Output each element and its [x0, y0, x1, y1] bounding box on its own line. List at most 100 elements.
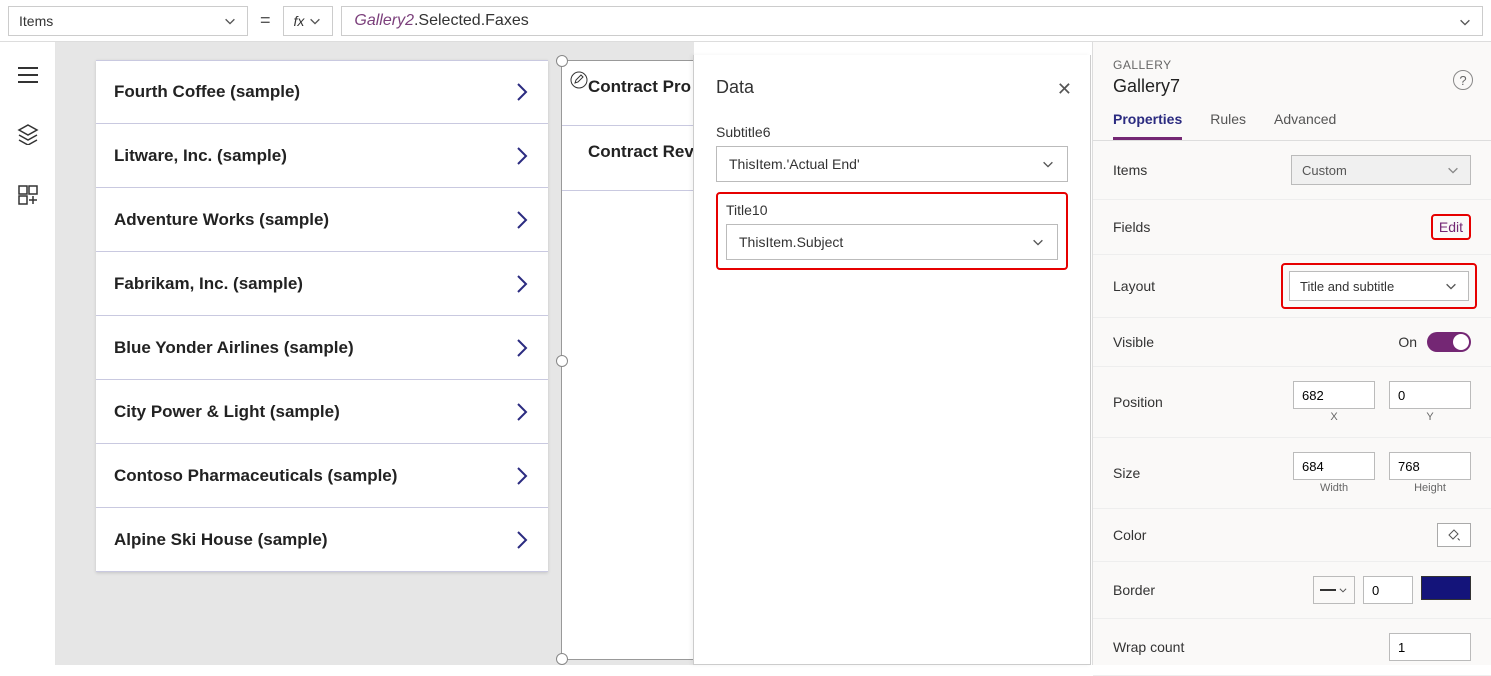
list-item[interactable]: Litware, Inc. (sample): [96, 124, 548, 188]
edit-fields-link[interactable]: Edit: [1439, 219, 1463, 235]
main-area: Fourth Coffee (sample) Litware, Inc. (sa…: [0, 42, 1491, 665]
control-name: Gallery7: [1113, 76, 1471, 97]
border-color-swatch[interactable]: [1421, 576, 1471, 600]
prop-label: Size: [1113, 465, 1140, 481]
field-label: Title10: [726, 202, 1058, 218]
formula-token-1: Gallery2: [354, 12, 414, 30]
list-item[interactable]: Alpine Ski House (sample): [96, 508, 548, 572]
chevron-down-icon: [1444, 279, 1458, 293]
selection-handle[interactable]: [556, 355, 568, 367]
chevron-right-icon: [514, 464, 530, 488]
chevron-down-icon: [1338, 583, 1348, 597]
control-type-label: GALLERY: [1113, 58, 1471, 72]
tab-advanced[interactable]: Advanced: [1274, 111, 1336, 140]
field-binding-value: ThisItem.Subject: [739, 234, 843, 250]
chevron-right-icon: [514, 272, 530, 296]
chevron-down-icon: [1031, 235, 1045, 249]
formula-expand-button[interactable]: [1458, 15, 1472, 34]
help-icon[interactable]: ?: [1453, 70, 1473, 90]
highlight-annotation: Title and subtitle: [1281, 263, 1477, 309]
prop-row-wrap-count: Wrap count: [1093, 619, 1491, 676]
wrap-count-input[interactable]: [1389, 633, 1471, 661]
list-item[interactable]: Fabrikam, Inc. (sample): [96, 252, 548, 316]
properties-panel: GALLERY Gallery7 ? Properties Rules Adva…: [1092, 42, 1491, 665]
tab-rules[interactable]: Rules: [1210, 111, 1246, 140]
formula-bar: Items = fx Gallery2.Selected.Faxes: [0, 0, 1491, 42]
hamburger-icon[interactable]: [17, 66, 39, 87]
size-inputs: Width Height: [1293, 452, 1471, 494]
prop-label: Border: [1113, 582, 1155, 598]
list-item[interactable]: City Power & Light (sample): [96, 380, 548, 444]
properties-tabs: Properties Rules Advanced: [1093, 97, 1491, 141]
prop-label: Items: [1113, 162, 1147, 178]
prop-row-fields: Fields Edit: [1093, 200, 1491, 255]
position-y-input[interactable]: [1389, 381, 1471, 409]
highlight-annotation: Edit: [1431, 214, 1471, 240]
prop-label: Wrap count: [1113, 639, 1184, 655]
highlight-annotation: Title10 ThisItem.Subject: [716, 192, 1068, 270]
list-item[interactable]: Contoso Pharmaceuticals (sample): [96, 444, 548, 508]
x-sublabel: X: [1293, 411, 1375, 423]
height-sublabel: Height: [1389, 482, 1471, 494]
list-item-label: Contoso Pharmaceuticals (sample): [114, 466, 397, 486]
close-icon[interactable]: ✕: [1057, 79, 1072, 100]
chevron-right-icon: [514, 336, 530, 360]
selection-handle[interactable]: [556, 653, 568, 665]
pencil-icon[interactable]: [570, 71, 588, 92]
list-item[interactable]: Blue Yonder Airlines (sample): [96, 316, 548, 380]
data-panel: Data ✕ Subtitle6 ThisItem.'Actual End' T…: [693, 55, 1091, 665]
layout-value: Title and subtitle: [1300, 279, 1394, 294]
chevron-down-icon: [1041, 157, 1055, 171]
selection-handle[interactable]: [556, 55, 568, 67]
tab-properties[interactable]: Properties: [1113, 111, 1182, 140]
list-item[interactable]: Adventure Works (sample): [96, 188, 548, 252]
properties-header: GALLERY Gallery7 ?: [1093, 42, 1491, 97]
field-label: Subtitle6: [716, 124, 1068, 140]
toggle-knob: [1453, 334, 1469, 350]
size-height-input[interactable]: [1389, 452, 1471, 480]
property-selector-label: Items: [19, 13, 53, 29]
formula-token-2: .Selected.Faxes: [414, 12, 529, 30]
border-line-preview: [1320, 589, 1336, 591]
color-picker[interactable]: [1437, 523, 1471, 547]
chevron-right-icon: [514, 144, 530, 168]
layers-icon[interactable]: [17, 123, 39, 148]
list-item-label: Litware, Inc. (sample): [114, 146, 287, 166]
formula-input[interactable]: Gallery2.Selected.Faxes: [341, 6, 1483, 36]
prop-row-border: Border: [1093, 562, 1491, 619]
chevron-right-icon: [514, 80, 530, 104]
border-controls: [1313, 576, 1471, 604]
border-width-input[interactable]: [1363, 576, 1413, 604]
prop-row-size: Size Width Height: [1093, 438, 1491, 509]
chevron-down-icon: [1446, 163, 1460, 177]
prop-row-position: Position X Y: [1093, 367, 1491, 438]
fx-button[interactable]: fx: [283, 6, 334, 36]
items-value: Custom: [1302, 163, 1347, 178]
field-binding-dropdown[interactable]: ThisItem.'Actual End': [716, 146, 1068, 182]
left-rail: [0, 42, 56, 665]
items-dropdown[interactable]: Custom: [1291, 155, 1471, 185]
gallery-1: Fourth Coffee (sample) Litware, Inc. (sa…: [96, 60, 548, 572]
chevron-down-icon: [308, 14, 322, 28]
border-style-dropdown[interactable]: [1313, 576, 1355, 604]
visible-state-label: On: [1398, 334, 1417, 350]
property-selector-dropdown[interactable]: Items: [8, 6, 248, 36]
insert-icon[interactable]: [17, 184, 39, 209]
list-item-label: Adventure Works (sample): [114, 210, 329, 230]
chevron-right-icon: [514, 400, 530, 424]
list-item-label: Fourth Coffee (sample): [114, 82, 300, 102]
canvas-area: Fourth Coffee (sample) Litware, Inc. (sa…: [56, 42, 694, 665]
chevron-right-icon: [514, 528, 530, 552]
list-item-label: Blue Yonder Airlines (sample): [114, 338, 354, 358]
list-item-label: City Power & Light (sample): [114, 402, 340, 422]
position-x-input[interactable]: [1293, 381, 1375, 409]
fx-label: fx: [294, 13, 305, 29]
visible-toggle[interactable]: [1427, 332, 1471, 352]
chevron-down-icon: [1458, 15, 1472, 29]
prop-label: Layout: [1113, 278, 1155, 294]
layout-dropdown[interactable]: Title and subtitle: [1289, 271, 1469, 301]
prop-row-visible: Visible On: [1093, 318, 1491, 367]
field-binding-dropdown[interactable]: ThisItem.Subject: [726, 224, 1058, 260]
size-width-input[interactable]: [1293, 452, 1375, 480]
list-item[interactable]: Fourth Coffee (sample): [96, 60, 548, 124]
